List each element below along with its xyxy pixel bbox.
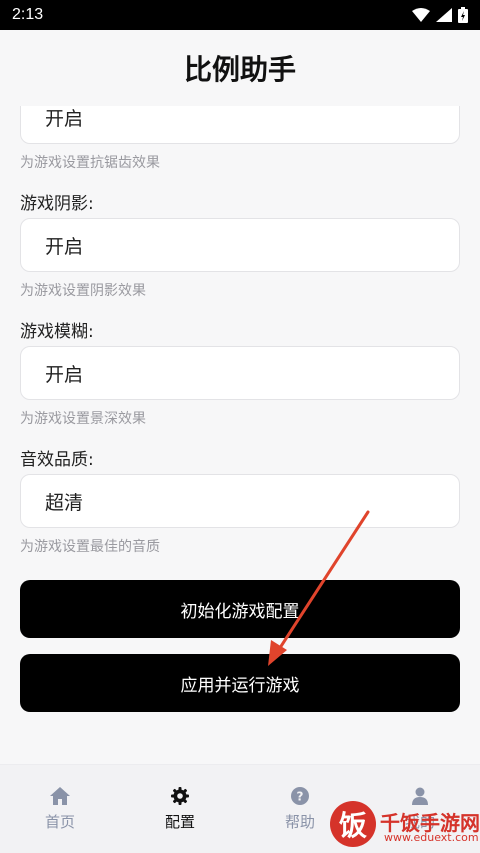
- page-title: 比例助手: [0, 30, 480, 106]
- tab-config[interactable]: 配置: [120, 765, 240, 853]
- antialias-value: 开启: [45, 107, 84, 130]
- shadow-label: 游戏阴影:: [20, 194, 94, 214]
- home-icon: [50, 787, 70, 805]
- battery-icon: [458, 7, 468, 23]
- wifi-icon: [412, 8, 430, 22]
- init-config-button[interactable]: 初始化游戏配置: [20, 580, 460, 638]
- status-icons: [412, 7, 468, 23]
- user-icon: [412, 787, 428, 805]
- sound-value: 超清: [45, 491, 84, 514]
- gear-icon: [171, 787, 189, 805]
- bottom-tab-bar: 首页 配置 ? 帮助 我的: [0, 764, 480, 853]
- tab-help[interactable]: ? 帮助: [240, 765, 360, 853]
- tab-mine[interactable]: 我的: [360, 765, 480, 853]
- help-icon: ?: [291, 787, 309, 805]
- blur-hint: 为游戏设置景深效果: [20, 411, 146, 427]
- shadow-hint: 为游戏设置阴影效果: [20, 283, 146, 299]
- app-screen: 2:13 比例助手 开启 为游戏设置抗锯齿效果 游戏阴影: 开启 为游戏设置阴影…: [0, 0, 480, 853]
- tab-home-label: 首页: [44, 813, 75, 831]
- blur-value: 开启: [45, 363, 84, 386]
- shadow-select[interactable]: 开启: [20, 218, 460, 272]
- tab-home[interactable]: 首页: [0, 765, 120, 853]
- signal-icon: [436, 8, 452, 22]
- sound-hint: 为游戏设置最佳的音质: [20, 539, 160, 555]
- sound-select[interactable]: 超清: [20, 474, 460, 528]
- sound-label: 音效品质:: [20, 450, 94, 470]
- antialias-hint: 为游戏设置抗锯齿效果: [20, 155, 160, 171]
- svg-text:?: ?: [297, 790, 304, 804]
- tab-mine-label: 我的: [404, 813, 435, 831]
- shadow-value: 开启: [45, 235, 84, 258]
- status-bar: 2:13: [0, 0, 480, 30]
- settings-list[interactable]: 开启 为游戏设置抗锯齿效果 游戏阴影: 开启 为游戏设置阴影效果 游戏模糊: 开…: [0, 96, 480, 764]
- status-time: 2:13: [12, 6, 44, 23]
- blur-label: 游戏模糊:: [20, 322, 94, 342]
- blur-select[interactable]: 开启: [20, 346, 460, 400]
- tab-help-label: 帮助: [284, 813, 315, 831]
- tab-config-label: 配置: [164, 813, 195, 831]
- apply-run-button[interactable]: 应用并运行游戏: [20, 654, 460, 712]
